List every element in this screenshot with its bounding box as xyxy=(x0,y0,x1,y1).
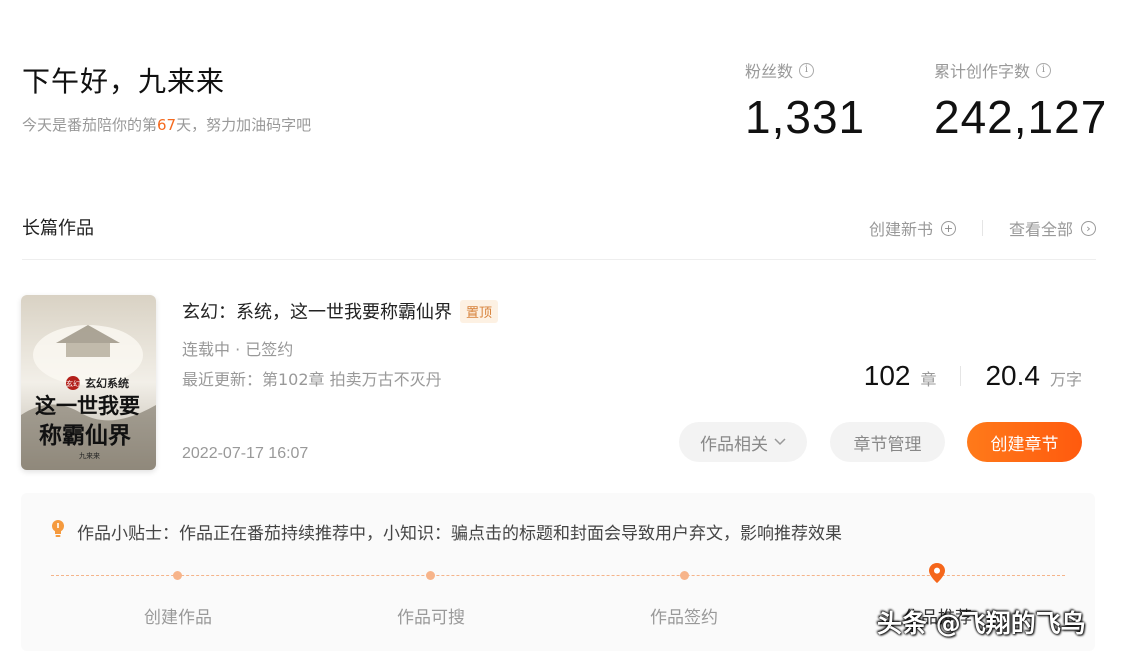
greeting-sub-prefix: 今天是番茄陪你的第 xyxy=(22,116,158,134)
view-all-label: 查看全部 xyxy=(1008,220,1073,239)
words-stat: 累计创作字数 i 242,127 xyxy=(934,58,1107,144)
view-all-button[interactable]: 查看全部 › xyxy=(1009,216,1096,240)
section-actions: 创建新书 + 查看全部 › xyxy=(869,216,1096,240)
fans-stat: 粉丝数 i 1,331 xyxy=(745,58,865,144)
divider xyxy=(960,366,962,386)
step-dot xyxy=(173,571,182,580)
lightbulb-icon xyxy=(51,519,65,544)
progress-track xyxy=(51,575,1065,576)
book-status: 连载中 · 已签约 xyxy=(182,340,294,359)
info-icon[interactable]: i xyxy=(1036,62,1052,78)
step-label: 作品可搜 xyxy=(397,608,465,628)
book-title-row: 玄幻：系统，这一世我要称霸仙界 置顶 xyxy=(182,298,499,324)
step-dot xyxy=(680,571,689,580)
words-label-row: 累计创作字数 i xyxy=(934,58,1107,82)
greeting-sub-suffix: 天，努力加油码字吧 xyxy=(176,116,312,134)
book-cover[interactable]: 玄幻 玄幻系统 这一世我要 称霸仙界 九来来 xyxy=(21,295,156,470)
work-related-label: 作品相关 xyxy=(700,434,768,455)
long-works-header: 长篇作品 创建新书 + 查看全部 › xyxy=(22,214,1096,260)
update-time: 2022-07-17 16:07 xyxy=(182,445,309,462)
chapter-manage-button[interactable]: 章节管理 xyxy=(830,422,945,462)
book-stats: 102 章 20.4 万字 xyxy=(864,360,1082,392)
cover-badge: 玄幻 xyxy=(66,379,80,388)
fans-label: 粉丝数 xyxy=(745,62,794,81)
book-cover-art: 玄幻 玄幻系统 这一世我要 称霸仙界 九来来 xyxy=(21,295,156,470)
plus-circle-icon: + xyxy=(940,220,956,236)
info-icon[interactable]: i xyxy=(799,62,815,78)
greeting-subtitle: 今天是番茄陪你的第67天，努力加油码字吧 xyxy=(22,114,311,135)
word-unit: 万字 xyxy=(1049,370,1082,389)
create-book-button[interactable]: 创建新书 + xyxy=(869,216,956,240)
work-related-dropdown[interactable]: 作品相关 xyxy=(679,422,807,462)
greeting-block: 下午好，九来来 今天是番茄陪你的第67天，努力加油码字吧 xyxy=(22,60,311,135)
create-chapter-button[interactable]: 创建章节 xyxy=(967,422,1082,462)
chevron-down-icon xyxy=(774,435,786,449)
pinned-badge: 置顶 xyxy=(460,299,499,323)
latest-chapter[interactable]: 最近更新：第102章 拍卖万古不灭丹 xyxy=(182,366,442,390)
step-label: 作品签约 xyxy=(650,608,718,628)
cover-text-mid: 这一世我要 xyxy=(35,393,140,418)
chapter-unit: 章 xyxy=(920,370,937,389)
step-label: 创建作品 xyxy=(144,608,212,628)
tip-row: 作品小贴士：作品正在番茄持续推荐中，小知识：骗点击的标题和封面会导致用户弃文，影… xyxy=(51,519,842,544)
cover-text-top: 玄幻系统 xyxy=(85,376,129,390)
fans-value: 1,331 xyxy=(745,91,866,143)
chapter-count: 102 xyxy=(863,360,911,391)
cover-author: 九来来 xyxy=(79,451,100,460)
greeting-title: 下午好，九来来 xyxy=(22,65,226,98)
chevron-right-circle-icon: › xyxy=(1081,220,1096,236)
word-count: 20.4 xyxy=(985,360,1040,391)
cover-text-bot: 称霸仙界 xyxy=(39,422,131,449)
book-title[interactable]: 玄幻：系统，这一世我要称霸仙界 xyxy=(182,298,452,324)
fans-label-row: 粉丝数 i xyxy=(745,58,865,82)
tip-text: 作品小贴士：作品正在番茄持续推荐中，小知识：骗点击的标题和封面会导致用户弃文，影… xyxy=(77,524,842,544)
days-count: 67 xyxy=(157,116,177,134)
words-value: 242,127 xyxy=(934,91,1108,143)
location-pin-icon xyxy=(929,563,945,587)
step-dot xyxy=(426,571,435,580)
watermark-text: 头条 @飞翔的飞鸟 xyxy=(877,609,1086,638)
divider xyxy=(981,220,983,236)
create-book-label: 创建新书 xyxy=(868,220,933,239)
words-label: 累计创作字数 xyxy=(934,62,1031,81)
